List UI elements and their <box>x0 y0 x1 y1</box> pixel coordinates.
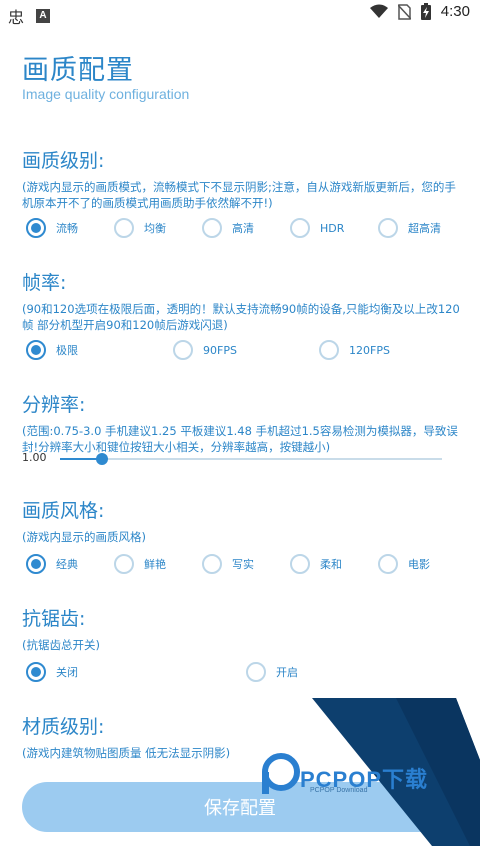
framerate-option-extreme[interactable]: 极限 <box>26 340 173 360</box>
wifi-icon <box>369 4 388 18</box>
radio-icon[interactable] <box>202 218 222 238</box>
framerate-title: 帧率: <box>22 272 67 294</box>
material-desc: (游戏内建筑物贴图质量 低无法显示阴影) <box>22 746 231 760</box>
quality-option-balanced[interactable]: 均衡 <box>114 218 202 238</box>
framerate-desc: (90和120选项在极限后面，透明的！默认支持流畅90帧的设备,只能均衡及以上改… <box>22 302 460 332</box>
option-label: 关闭 <box>56 666 78 679</box>
no-sim-icon <box>397 3 411 20</box>
material-title: 材质级别: <box>22 716 105 738</box>
antialias-options: 关闭 开启 <box>26 662 366 682</box>
option-label: 高清 <box>232 222 254 235</box>
antialias-desc: (抗锯齿总开关) <box>22 638 100 652</box>
radio-selected-icon[interactable] <box>26 662 46 682</box>
radio-icon[interactable] <box>378 218 398 238</box>
slider-track[interactable] <box>60 453 442 465</box>
option-label: 鲜艳 <box>144 558 166 571</box>
radio-selected-icon[interactable] <box>26 554 46 574</box>
framerate-section: 帧率: (90和120选项在极限后面，透明的！默认支持流畅90帧的设备,只能均衡… <box>22 268 460 333</box>
radio-icon[interactable] <box>290 218 310 238</box>
save-config-button[interactable]: 保存配置 <box>22 782 458 832</box>
option-label: 柔和 <box>320 558 342 571</box>
style-option-movie[interactable]: 电影 <box>378 554 466 574</box>
radio-icon[interactable] <box>246 662 266 682</box>
option-label: 电影 <box>408 558 430 571</box>
radio-icon[interactable] <box>319 340 339 360</box>
style-option-soft[interactable]: 柔和 <box>290 554 378 574</box>
page-subtitle: Image quality configuration <box>22 86 190 102</box>
framerate-option-90fps[interactable]: 90FPS <box>173 340 319 360</box>
status-bar: 忠 A 4:30 <box>0 0 480 28</box>
option-label: 写实 <box>232 558 254 571</box>
material-section: 材质级别: (游戏内建筑物贴图质量 低无法显示阴影) <box>22 712 460 761</box>
style-option-realistic[interactable]: 写实 <box>202 554 290 574</box>
resolution-section: 分辨率: (范围:0.75-3.0 手机建议1.25 平板建议1.48 手机超过… <box>22 390 460 455</box>
resolution-slider[interactable]: 1.00 <box>22 450 452 470</box>
framerate-option-120fps[interactable]: 120FPS <box>319 340 439 360</box>
antialias-option-on[interactable]: 开启 <box>246 662 366 682</box>
radio-icon[interactable] <box>114 218 134 238</box>
option-label: 极限 <box>56 344 78 357</box>
page-title: 画质配置 <box>22 55 134 86</box>
option-label: 流畅 <box>56 222 78 235</box>
radio-selected-icon[interactable] <box>26 340 46 360</box>
slider-thumb[interactable] <box>96 453 109 465</box>
radio-icon[interactable] <box>114 554 134 574</box>
quality-options: 流畅 均衡 高清 HDR 超高清 <box>26 218 466 238</box>
antialias-option-off[interactable]: 关闭 <box>26 662 246 682</box>
radio-icon[interactable] <box>378 554 398 574</box>
quality-option-hdr[interactable]: HDR <box>290 218 378 238</box>
option-label: 120FPS <box>349 343 390 357</box>
antialias-title: 抗锯齿: <box>22 608 86 630</box>
style-title: 画质风格: <box>22 500 105 522</box>
battery-charging-icon <box>420 3 431 20</box>
option-label: 均衡 <box>144 222 166 235</box>
option-label: 经典 <box>56 558 78 571</box>
radio-icon[interactable] <box>202 554 222 574</box>
style-options: 经典 鲜艳 写实 柔和 电影 <box>26 554 466 574</box>
clock: 4:30 <box>440 3 470 20</box>
option-label: 90FPS <box>203 343 237 357</box>
radio-icon[interactable] <box>173 340 193 360</box>
option-label: HDR <box>320 221 345 235</box>
style-option-classic[interactable]: 经典 <box>26 554 114 574</box>
resolution-title: 分辨率: <box>22 394 86 416</box>
option-label: 开启 <box>276 666 298 679</box>
framerate-options: 极限 90FPS 120FPS <box>26 340 439 360</box>
style-section: 画质风格: (游戏内显示的画质风格) <box>22 496 460 545</box>
a-notification-icon: A <box>36 9 51 23</box>
radio-selected-icon[interactable] <box>26 218 46 238</box>
style-desc: (游戏内显示的画质风格) <box>22 530 146 544</box>
quality-desc: (游戏内显示的画质模式，流畅模式下不显示阴影;注意，自从游戏新版更新后，您的手机… <box>22 180 456 210</box>
resolution-value: 1.00 <box>22 451 47 464</box>
quality-option-smooth[interactable]: 流畅 <box>26 218 114 238</box>
quality-option-uhd[interactable]: 超高清 <box>378 218 466 238</box>
antialias-section: 抗锯齿: (抗锯齿总开关) <box>22 604 460 653</box>
app-icon: 忠 <box>8 8 25 27</box>
option-label: 超高清 <box>408 222 441 235</box>
quality-option-hd[interactable]: 高清 <box>202 218 290 238</box>
style-option-vivid[interactable]: 鲜艳 <box>114 554 202 574</box>
radio-icon[interactable] <box>290 554 310 574</box>
quality-section: 画质级别: (游戏内显示的画质模式，流畅模式下不显示阴影;注意，自从游戏新版更新… <box>22 146 460 211</box>
quality-title: 画质级别: <box>22 150 105 172</box>
